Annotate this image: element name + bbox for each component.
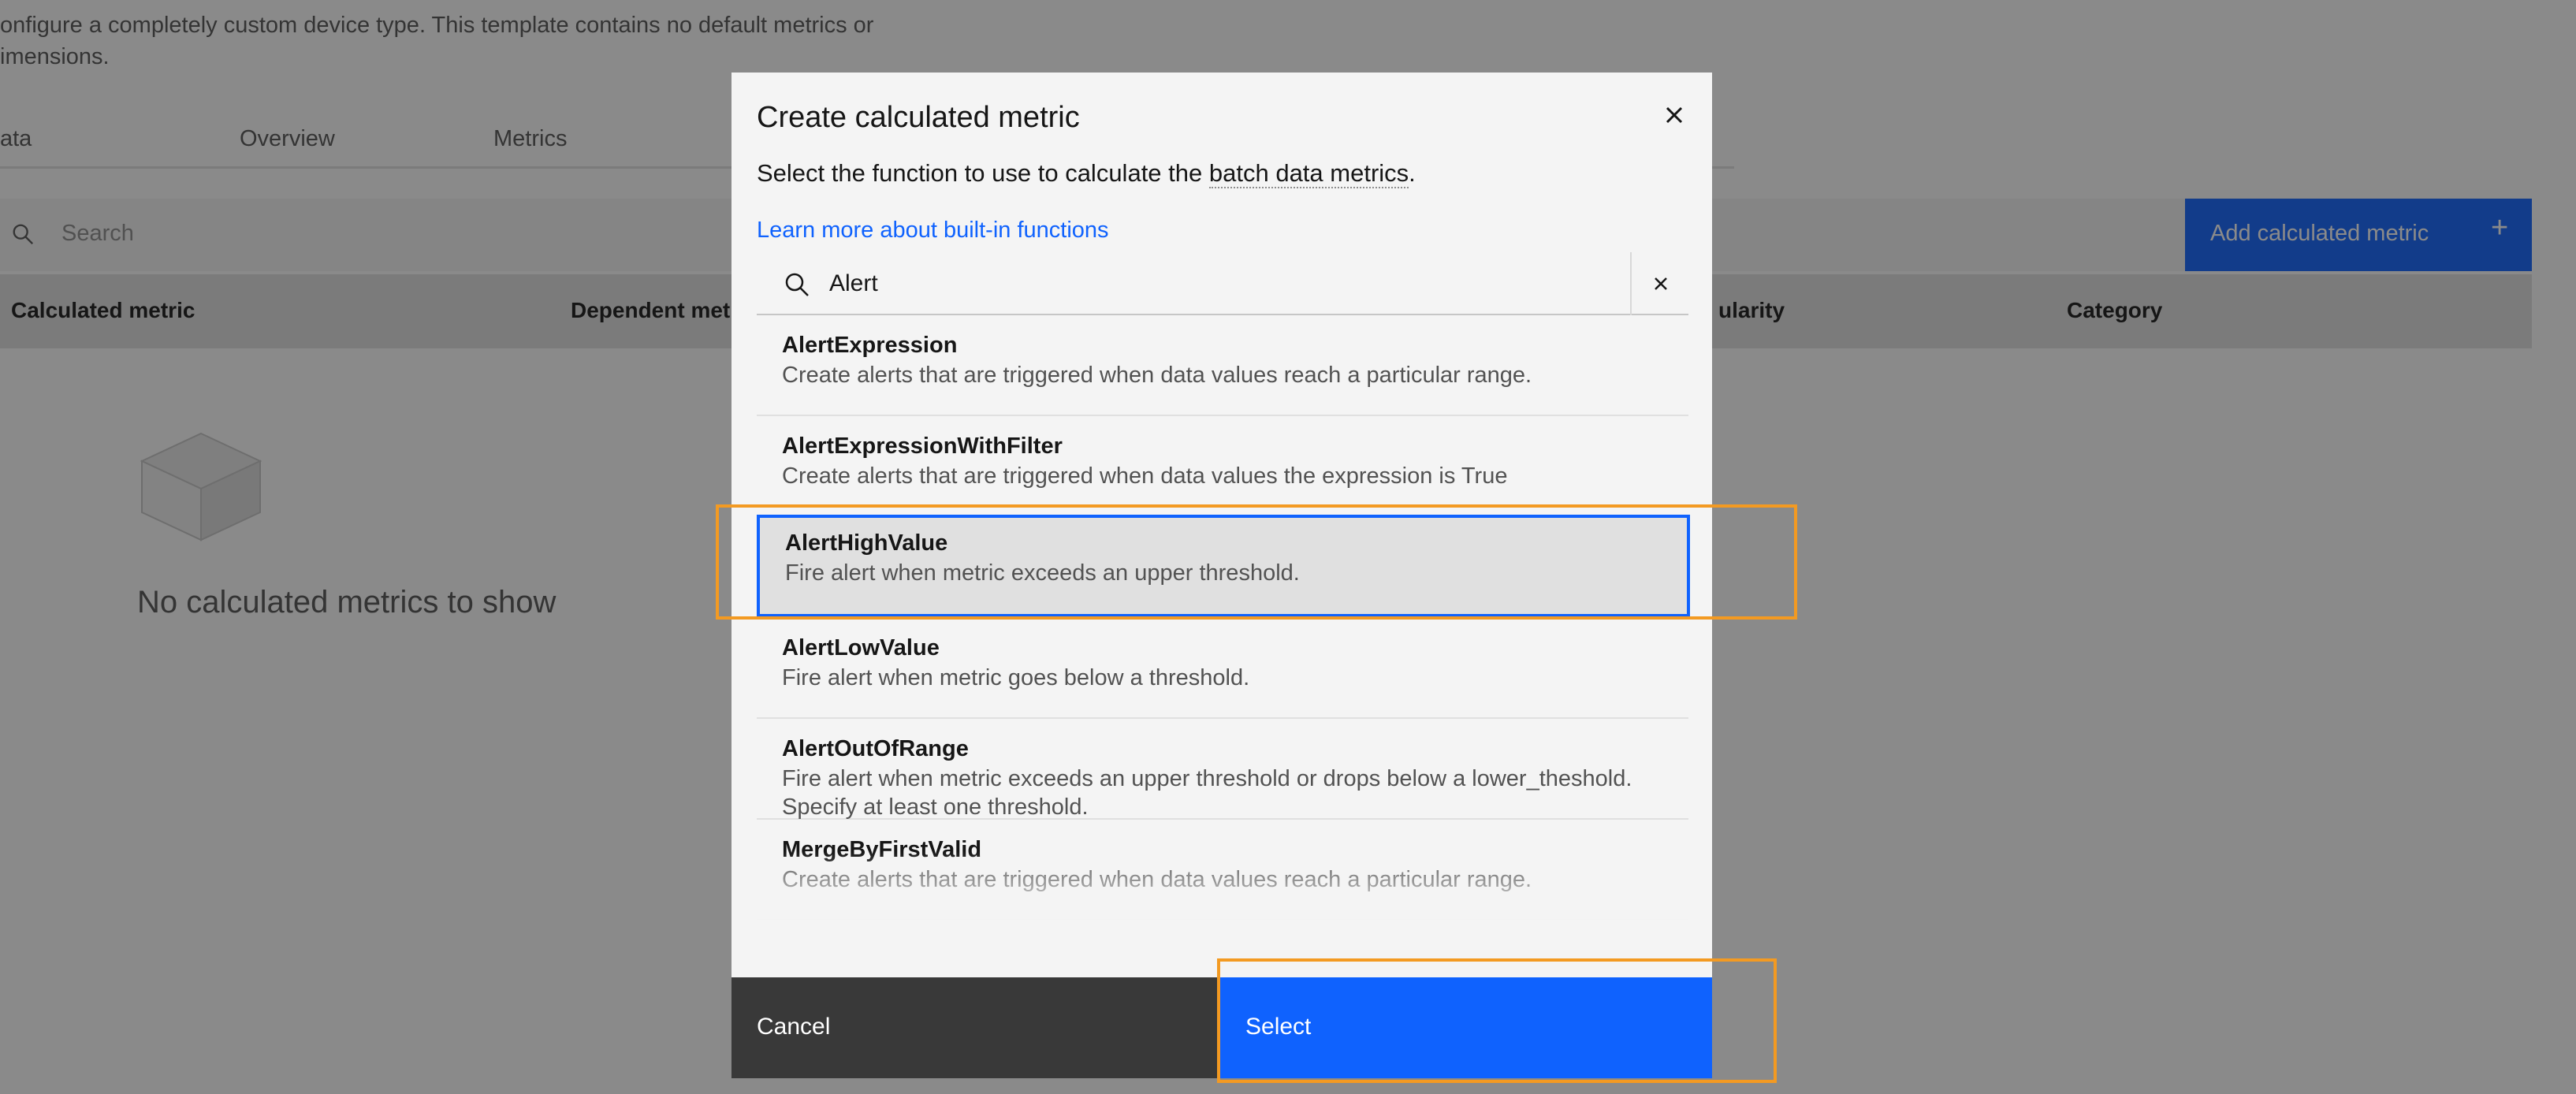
function-description: Create alerts that are triggered when da… — [782, 867, 1532, 892]
list-item-merge-by-first-valid[interactable]: MergeByFirstValid Create alerts that are… — [757, 821, 1688, 921]
list-item-alert-high-value-selected[interactable]: AlertHighValue Fire alert when metric ex… — [757, 515, 1690, 617]
list-item-alert-expression[interactable]: AlertExpression Create alerts that are t… — [757, 317, 1688, 416]
function-description: Create alerts that are triggered when da… — [782, 463, 1508, 489]
batch-data-metrics-term[interactable]: batch data metrics — [1208, 159, 1409, 188]
cancel-button[interactable]: Cancel — [731, 977, 1220, 1078]
function-description: Fire alert when metric goes below a thre… — [782, 665, 1250, 690]
select-button[interactable]: Select — [1220, 977, 1712, 1078]
select-button-label: Select — [1245, 1014, 1312, 1040]
function-name: AlertHighValue — [785, 530, 948, 556]
function-search — [757, 252, 1688, 315]
function-search-input[interactable] — [829, 262, 1586, 306]
learn-more-link[interactable]: Learn more about built-in functions — [757, 218, 1109, 244]
search-divider — [1630, 252, 1632, 315]
function-description: Fire alert when metric exceeds an upper … — [785, 560, 1300, 586]
close-icon — [1655, 277, 1667, 290]
modal-subtitle: Select the function to use to calculate … — [757, 159, 1416, 188]
search-icon — [785, 273, 809, 296]
close-icon — [1666, 106, 1683, 124]
modal-title: Create calculated metric — [757, 101, 1080, 134]
list-item-alert-low-value[interactable]: AlertLowValue Fire alert when metric goe… — [757, 620, 1688, 719]
function-name: AlertExpression — [782, 333, 958, 358]
function-name: AlertOutOfRange — [782, 736, 969, 761]
function-description: Create alerts that are triggered when da… — [782, 363, 1532, 388]
close-button[interactable] — [1652, 93, 1696, 137]
create-calculated-metric-modal: Create calculated metric Select the func… — [731, 73, 1712, 1078]
function-name: AlertExpressionWithFilter — [782, 434, 1063, 459]
cancel-button-label: Cancel — [757, 1014, 831, 1040]
clear-search-button[interactable] — [1633, 252, 1688, 315]
list-item-alert-out-of-range[interactable]: AlertOutOfRange Fire alert when metric e… — [757, 720, 1688, 820]
subtitle-period: . — [1409, 159, 1416, 187]
function-description: Fire alert when metric exceeds an upper … — [782, 766, 1632, 820]
function-name: MergeByFirstValid — [782, 837, 982, 862]
subtitle-text: Select the function to use to calculate … — [757, 159, 1209, 187]
function-name: AlertLowValue — [782, 635, 940, 660]
list-item-alert-expression-with-filter[interactable]: AlertExpressionWithFilter Create alerts … — [757, 418, 1688, 517]
screen: onfigure a completely custom device type… — [0, 0, 2576, 1094]
function-list: AlertExpression Create alerts that are t… — [757, 317, 1688, 922]
